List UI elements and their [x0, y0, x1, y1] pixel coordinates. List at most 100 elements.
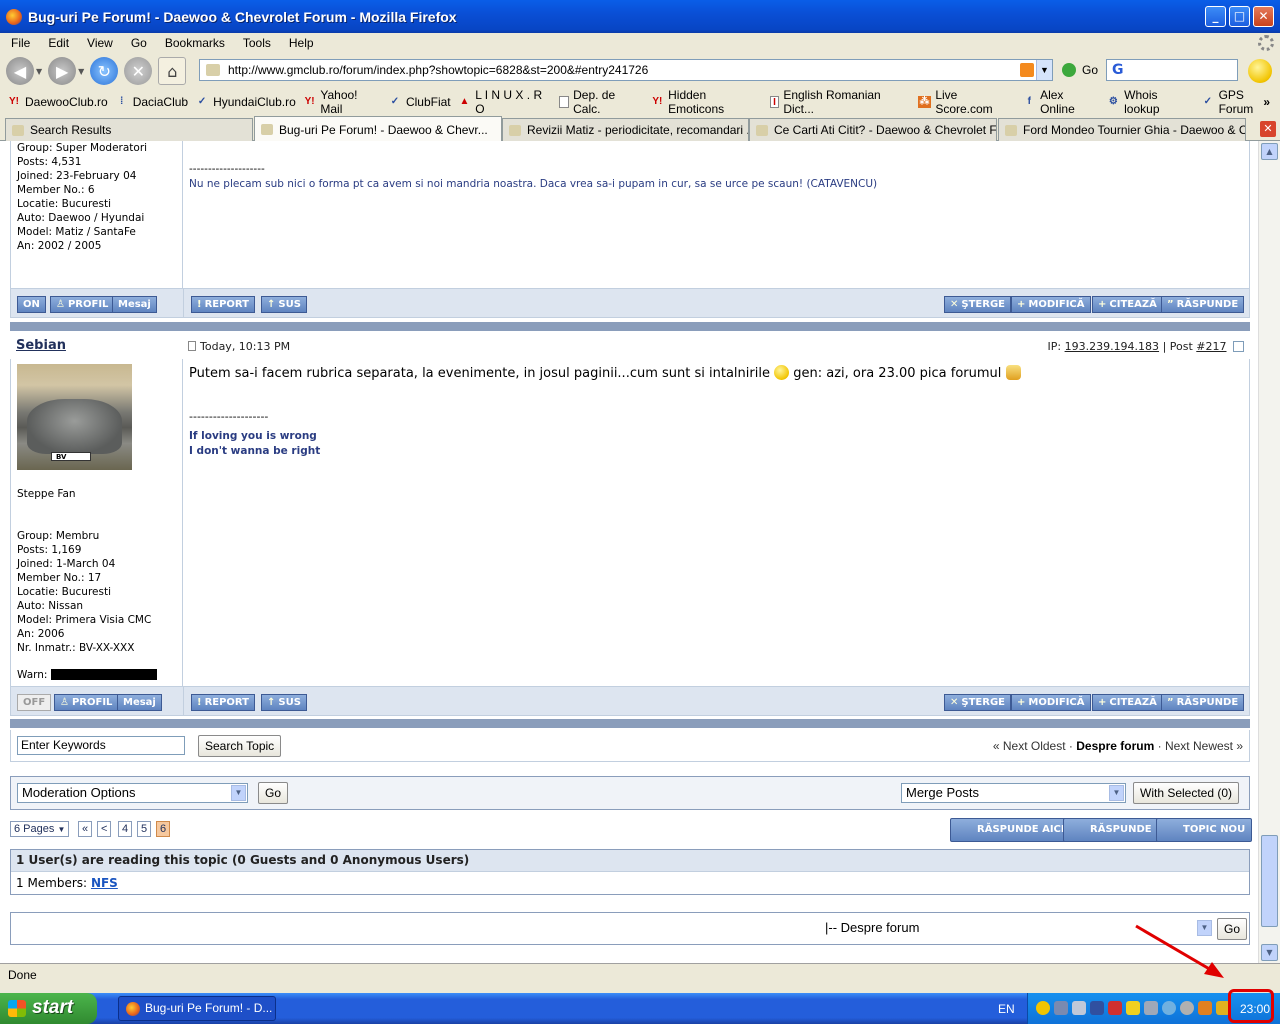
tab-search-results[interactable]: Search Results	[5, 118, 253, 141]
online-status-button[interactable]: ON	[17, 296, 46, 313]
update-icon[interactable]	[1180, 1001, 1194, 1015]
menu-bookmarks[interactable]: Bookmarks	[154, 36, 232, 50]
edit-button[interactable]: + MODIFICĂ	[1011, 694, 1091, 711]
message-button[interactable]: Mesaj	[117, 694, 162, 711]
next-oldest-link[interactable]: « Next Oldest	[993, 739, 1066, 753]
delete-button[interactable]: ✕ ŞTERGE	[944, 694, 1011, 711]
network-icon[interactable]	[1054, 1001, 1068, 1015]
tab-ce-carti[interactable]: Ce Carti Ati Citit? - Daewoo & Chevrolet…	[749, 118, 997, 141]
edit-button[interactable]: + MODIFICĂ	[1011, 296, 1091, 313]
scroll-up-icon[interactable]: ▲	[1261, 143, 1278, 160]
home-button[interactable]: ⌂	[158, 57, 187, 85]
forum-jump-go-button[interactable]: Go	[1217, 918, 1248, 940]
bookmark-live-score[interactable]: ⁂ Live Score.com	[917, 88, 1016, 116]
start-button[interactable]: start	[0, 993, 97, 1024]
reply-here-button[interactable]: RĂSPUNDE AICI	[950, 818, 1072, 842]
smiley-extension-icon[interactable]	[1248, 59, 1272, 83]
reply-topic-button[interactable]: RĂSPUNDE	[1063, 818, 1159, 842]
post-author-link[interactable]: Sebian	[16, 338, 66, 353]
shield-icon[interactable]	[1072, 1001, 1086, 1015]
url-text[interactable]: http://www.gmclub.ro/forum/index.php?sho…	[228, 63, 1020, 77]
more-bookmarks-chevron-icon[interactable]: »	[1263, 95, 1270, 109]
bookmark-english-romanian[interactable]: I English Romanian Dict...	[769, 88, 911, 116]
moderation-go-button[interactable]: Go	[258, 782, 289, 804]
forum-link[interactable]: Despre forum	[1076, 739, 1154, 753]
menu-file[interactable]: File	[0, 36, 37, 50]
stop-button[interactable]: ✕	[124, 57, 153, 85]
reply-button[interactable]: ” RĂSPUNDE	[1161, 694, 1245, 711]
bookmark-hyundaiclub[interactable]: ✓ HyundaiClub.ro	[195, 95, 296, 109]
cd-icon[interactable]	[1162, 1001, 1176, 1015]
forum-jump-select[interactable]: |-- Despre forum ▼	[821, 919, 1213, 939]
tab-ford-mondeo[interactable]: Ford Mondeo Tournier Ghia - Daewoo & Ch.…	[998, 118, 1246, 141]
close-tab-icon[interactable]: ✕	[1260, 121, 1276, 137]
messenger-icon[interactable]	[1036, 1001, 1050, 1015]
quote-button[interactable]: + CITEAZĂ	[1092, 296, 1163, 313]
google-search-box[interactable]: G	[1106, 59, 1238, 81]
scroll-up-button[interactable]: ↑ SUS	[261, 694, 307, 711]
report-button[interactable]: ! REPORT	[191, 694, 255, 711]
moderation-options-select[interactable]: Moderation Options ▼	[17, 783, 248, 803]
bookmark-dep-calc[interactable]: Dep. de Calc.	[559, 88, 643, 116]
tab-revizii-matiz[interactable]: Revizii Matiz - periodicitate, recomanda…	[502, 118, 749, 141]
page-scrollbar[interactable]: ▲ ▼	[1258, 141, 1280, 963]
maximize-button[interactable]: □	[1229, 6, 1250, 27]
page-4-link[interactable]: 4	[118, 821, 133, 837]
scroll-down-icon[interactable]: ▼	[1261, 944, 1278, 961]
first-page-link[interactable]: «	[78, 821, 93, 837]
taskbar-firefox-item[interactable]: Bug-uri Pe Forum! - D...	[118, 996, 276, 1021]
search-topic-button[interactable]: Search Topic	[198, 735, 282, 757]
rss-feed-icon[interactable]	[1020, 63, 1034, 77]
menu-go[interactable]: Go	[120, 36, 154, 50]
message-button[interactable]: Mesaj	[112, 296, 157, 313]
bookmark-clubfiat[interactable]: ✓ ClubFiat	[388, 95, 451, 109]
new-topic-button[interactable]: TOPIC NOU	[1156, 818, 1253, 842]
profile-button[interactable]: ♙ PROFIL	[54, 694, 119, 711]
menu-tools[interactable]: Tools	[232, 36, 278, 50]
pages-dropdown[interactable]: 6 Pages ▼	[10, 821, 70, 837]
ip-link[interactable]: 193.239.194.183	[1065, 340, 1159, 353]
address-bar[interactable]: http://www.gmclub.ro/forum/index.php?sho…	[199, 59, 1053, 81]
offline-status-button[interactable]: OFF	[17, 694, 52, 711]
member-link[interactable]: NFS	[91, 876, 118, 890]
bookmark-hidden-emoticons[interactable]: Y! Hidden Emoticons	[651, 88, 763, 116]
go-button[interactable]: Go	[1062, 63, 1098, 77]
menu-help[interactable]: Help	[278, 36, 321, 50]
delete-button[interactable]: ✕ ŞTERGE	[944, 296, 1011, 313]
bookmark-whois[interactable]: ⚙ Whois lookup	[1107, 88, 1194, 116]
back-button[interactable]: ◀	[6, 57, 34, 85]
fox-tray-icon[interactable]	[1198, 1001, 1212, 1015]
nvidia-icon[interactable]	[1090, 1001, 1104, 1015]
bookmark-daewooclub[interactable]: Y! DaewooClub.ro	[7, 95, 108, 109]
reply-button[interactable]: ” RĂSPUNDE	[1161, 296, 1245, 313]
post-number-link[interactable]: #217	[1196, 340, 1226, 353]
bookmark-alex-online[interactable]: f Alex Online	[1023, 88, 1100, 116]
url-history-dropdown-icon[interactable]: ▼	[1036, 60, 1052, 80]
next-newest-link[interactable]: Next Newest »	[1165, 739, 1243, 753]
merge-posts-select[interactable]: Merge Posts ▼	[901, 783, 1126, 803]
quote-button[interactable]: + CITEAZĂ	[1092, 694, 1163, 711]
forward-button[interactable]: ▶	[48, 57, 77, 85]
profile-button[interactable]: ♙ PROFIL	[50, 296, 115, 313]
keywords-input[interactable]: Enter Keywords	[17, 736, 185, 755]
menu-view[interactable]: View	[76, 36, 120, 50]
page-5-link[interactable]: 5	[137, 821, 152, 837]
bookmark-yahoo-mail[interactable]: Y! Yahoo! Mail	[303, 88, 381, 116]
minimize-button[interactable]: _	[1205, 6, 1226, 27]
antivirus-icon[interactable]	[1108, 1001, 1122, 1015]
back-history-icon[interactable]: ▼	[36, 67, 42, 76]
with-selected-button[interactable]: With Selected (0)	[1133, 782, 1240, 804]
prev-page-link[interactable]: <	[97, 821, 112, 837]
scroll-thumb[interactable]	[1261, 835, 1278, 927]
speaker-icon[interactable]	[1144, 1001, 1158, 1015]
pen-icon[interactable]	[1126, 1001, 1140, 1015]
forward-history-icon[interactable]: ▼	[78, 67, 84, 76]
scroll-up-button[interactable]: ↑ SUS	[261, 296, 307, 313]
report-button[interactable]: ! REPORT	[191, 296, 255, 313]
language-indicator[interactable]: EN	[998, 1002, 1015, 1016]
close-window-button[interactable]: ✕	[1253, 6, 1274, 27]
reload-button[interactable]: ↻	[90, 57, 119, 85]
bookmark-linux-ro[interactable]: ▲ L I N U X . R O	[458, 88, 553, 116]
bookmark-daciaclub[interactable]: ⁞ DaciaClub	[115, 95, 188, 109]
menu-edit[interactable]: Edit	[37, 36, 76, 50]
